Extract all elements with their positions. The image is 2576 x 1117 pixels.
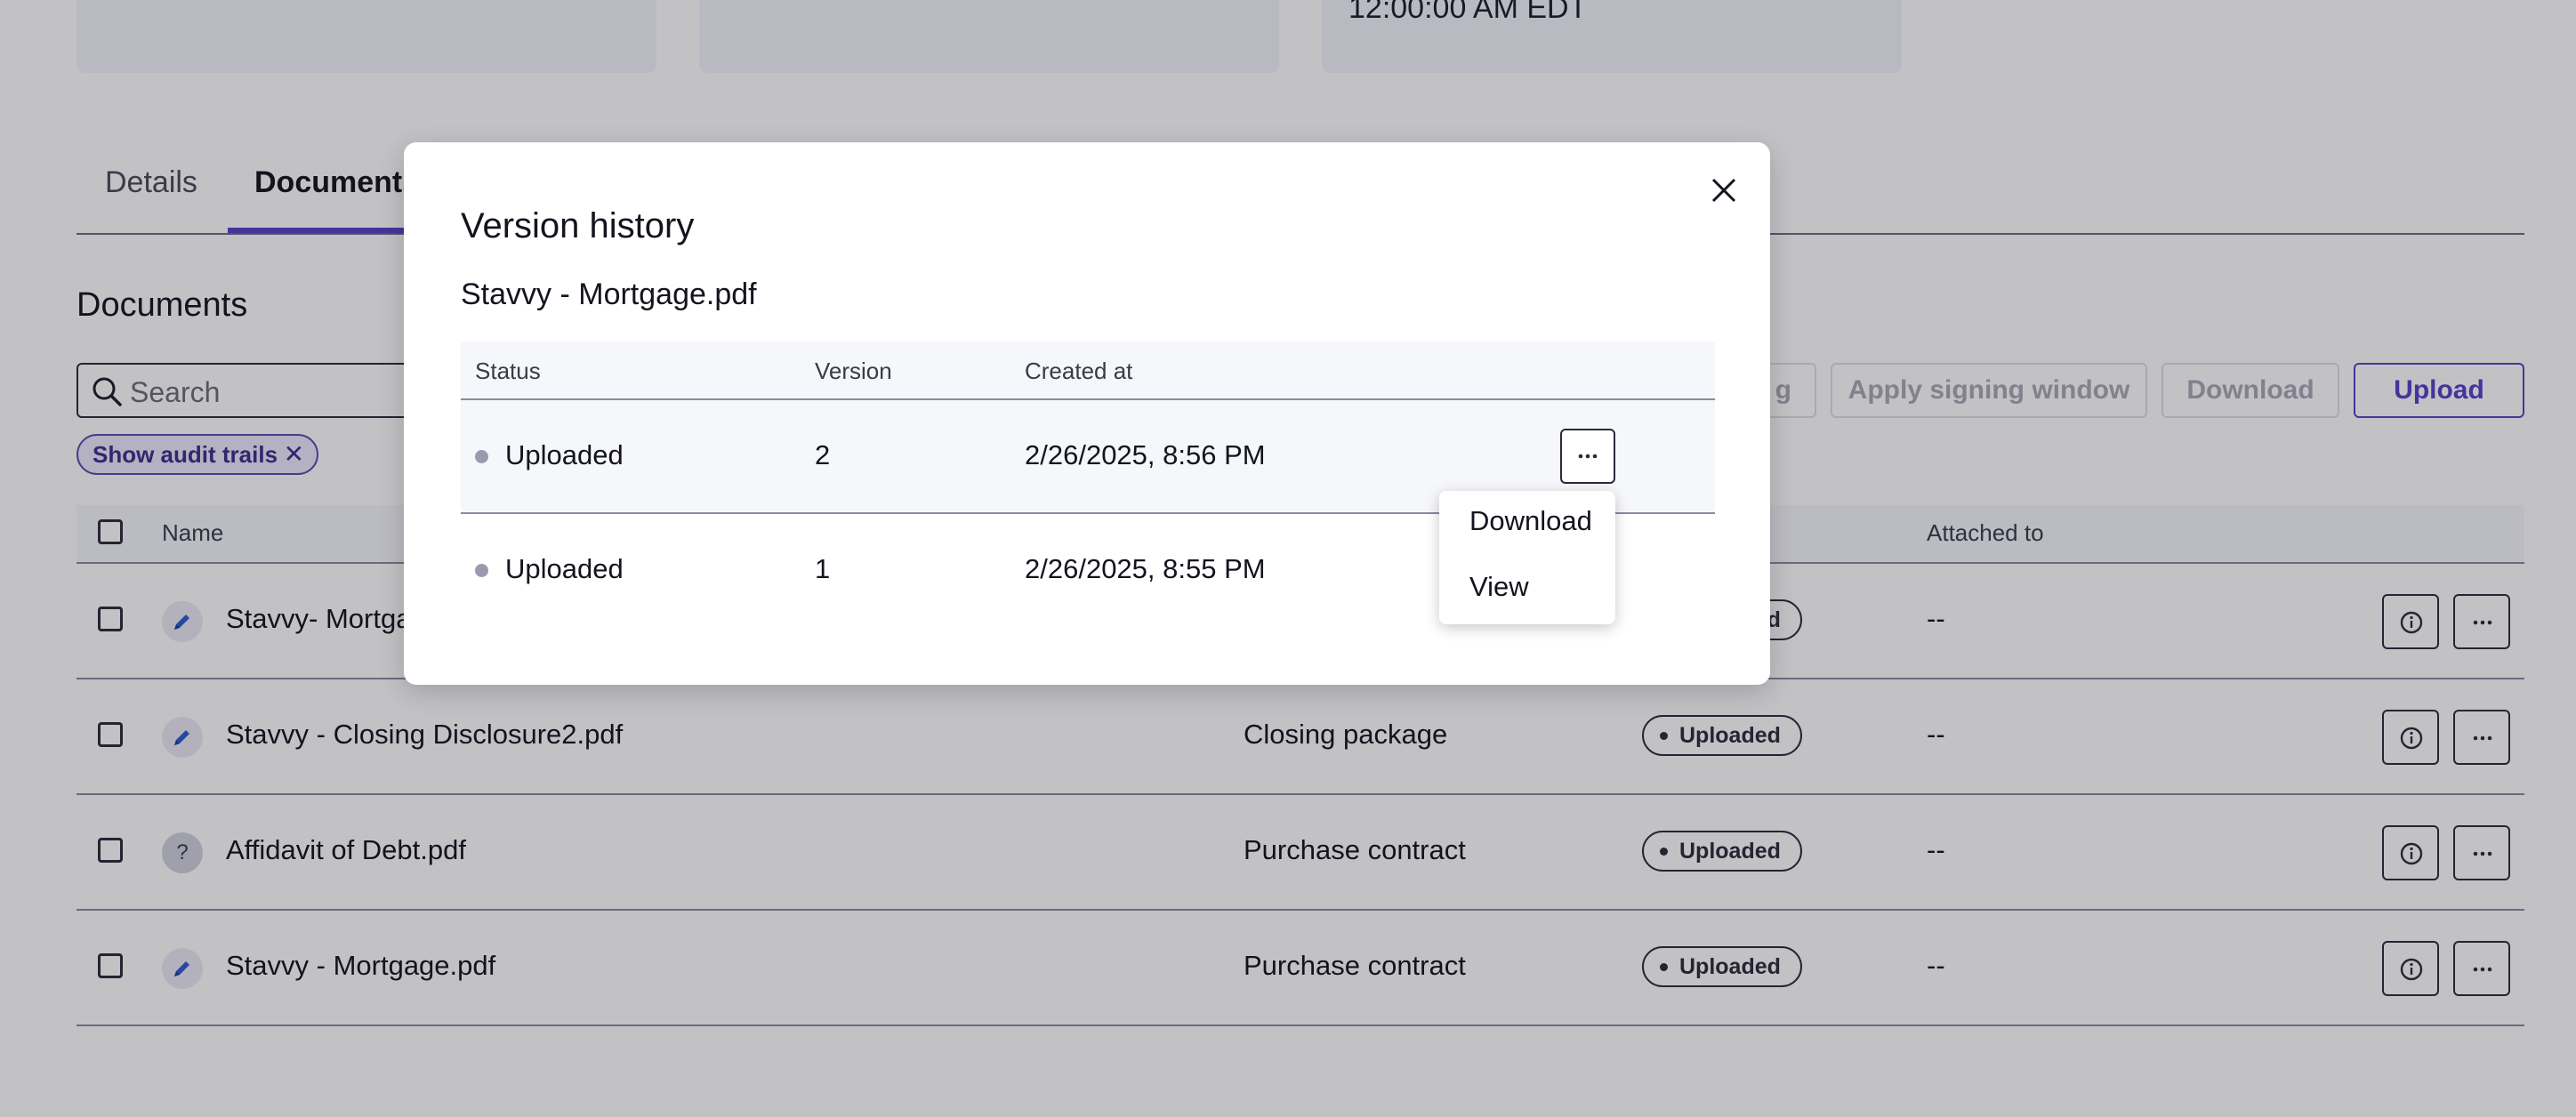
version-number: 1: [815, 553, 831, 584]
version-actions-menu: Download View: [1439, 491, 1615, 624]
modal-file-name: Stavvy - Mortgage.pdf: [461, 277, 757, 311]
column-header-version: Version: [815, 358, 892, 384]
version-more-actions-button[interactable]: [1560, 429, 1615, 484]
ellipsis-icon: [1578, 454, 1598, 459]
version-created-at: 2/26/2025, 8:56 PM: [1025, 439, 1266, 470]
modal-title: Version history: [461, 206, 695, 245]
status-dot: [475, 450, 488, 463]
version-created-at: 2/26/2025, 8:55 PM: [1025, 553, 1266, 584]
column-header-status: Status: [475, 358, 541, 384]
version-status: Uploaded: [505, 439, 624, 470]
menu-item-view[interactable]: View: [1469, 571, 1529, 603]
column-header-created-at: Created at: [1025, 358, 1133, 384]
menu-item-download[interactable]: Download: [1469, 505, 1592, 537]
version-number: 2: [815, 439, 831, 470]
close-icon[interactable]: [1706, 173, 1742, 208]
status-dot: [475, 564, 488, 577]
version-table-header: Status Version Created at: [461, 342, 1715, 400]
version-status: Uploaded: [505, 553, 624, 584]
